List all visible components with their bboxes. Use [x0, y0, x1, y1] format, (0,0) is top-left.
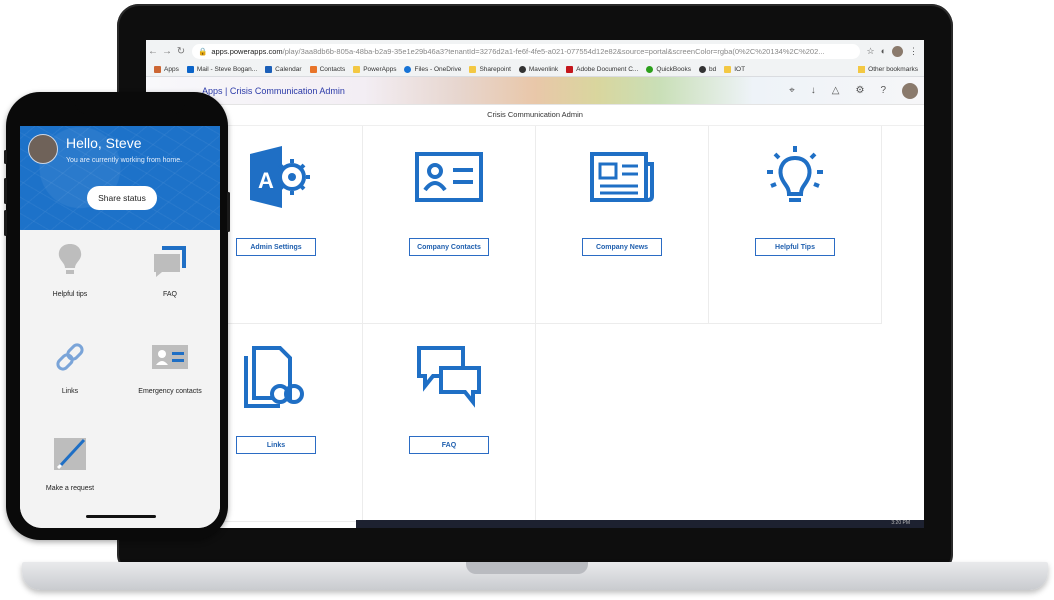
- pencil-icon: [54, 438, 86, 470]
- admin-settings-icon: A: [250, 146, 310, 208]
- reload-icon[interactable]: ↻: [174, 46, 188, 57]
- tile-faq: FAQ: [363, 324, 536, 522]
- bookmarks-bar: Apps Mail - Steve Bogan... Calendar Cont…: [146, 62, 924, 77]
- contact-card-icon: [415, 152, 483, 202]
- lightbulb-icon: [767, 146, 823, 202]
- page-title: Crisis Communication Admin: [146, 105, 924, 126]
- windows-taskbar: 3:20 PM: [356, 520, 924, 528]
- folder-icon: [469, 65, 477, 73]
- bookmark-contacts[interactable]: Contacts: [309, 65, 345, 73]
- menu-item-label: FAQ: [162, 291, 177, 298]
- bookmark-quickbooks[interactable]: QuickBooks: [646, 65, 691, 73]
- status-text: You are currently working from home.: [66, 157, 183, 164]
- calendar-icon: [265, 65, 273, 73]
- quickbooks-icon: [646, 65, 654, 73]
- chat-icon: [154, 246, 186, 277]
- back-arrow-icon[interactable]: ←: [146, 46, 160, 57]
- svg-text:A: A: [258, 168, 274, 193]
- phone-mute-button: [4, 150, 7, 164]
- tray-clock: 3:20 PM: [891, 520, 910, 526]
- bookmark-calendar[interactable]: Calendar: [265, 65, 302, 73]
- avatar[interactable]: [28, 134, 58, 164]
- app-title: Apps | Crisis Communication Admin: [202, 85, 345, 96]
- faq-button[interactable]: FAQ: [409, 436, 489, 454]
- contacts-icon: [309, 65, 317, 73]
- other-bookmarks[interactable]: Other bookmarks: [858, 65, 918, 73]
- links-document-icon: [244, 346, 304, 408]
- bookmark-bd[interactable]: bd: [699, 65, 716, 73]
- greeting: Hello, Steve: [66, 135, 142, 151]
- laptop-screen: ← → ↻ 🔒 apps.powerapps.com /play/3aa8db6…: [146, 40, 924, 528]
- apps-grid-icon: [154, 65, 161, 73]
- globe-icon: [518, 65, 526, 73]
- bookmark-star-icon[interactable]: ☆: [866, 46, 874, 57]
- phone-volume-up-button: [4, 178, 7, 204]
- tile-company-contacts: Company Contacts: [363, 126, 536, 324]
- contact-card-icon: [152, 345, 188, 369]
- menu-item-helpful-tips[interactable]: Helpful tips: [20, 230, 120, 327]
- tile-helpful-tips: Helpful Tips: [709, 126, 882, 324]
- extension-icon[interactable]: ◐: [881, 46, 886, 56]
- bookmark-adobe[interactable]: Adobe Document C...: [566, 65, 638, 73]
- newspaper-icon: [590, 152, 654, 202]
- chat-bubbles-icon: [417, 346, 481, 408]
- outlook-icon: [186, 65, 194, 73]
- link-icon: [56, 343, 84, 371]
- bookmark-sharepoint[interactable]: Sharepoint: [469, 65, 511, 73]
- app-header: Apps | Crisis Communication Admin ⌖ ↓ △ …: [146, 77, 924, 105]
- onedrive-cloud-icon: [404, 65, 412, 73]
- user-avatar[interactable]: [902, 82, 918, 99]
- links-button[interactable]: Links: [236, 436, 316, 454]
- url-host: apps.powerapps.com: [211, 46, 283, 56]
- phone-screen: Hello, Steve You are currently working f…: [20, 126, 220, 528]
- bookmark-mail[interactable]: Mail - Steve Bogan...: [186, 65, 257, 73]
- forward-arrow-icon[interactable]: →: [160, 46, 174, 57]
- menu-item-emergency-contacts[interactable]: Emergency contacts: [120, 327, 220, 424]
- phone-hero: Hello, Steve You are currently working f…: [20, 126, 220, 230]
- home-indicator[interactable]: [86, 515, 156, 518]
- phone-volume-down-button: [4, 210, 7, 236]
- fullscreen-icon[interactable]: ⌖: [789, 85, 795, 96]
- menu-item-label: Helpful tips: [52, 291, 88, 298]
- phone-notch: [75, 92, 185, 114]
- menu-item-faq[interactable]: FAQ: [120, 230, 220, 327]
- download-icon[interactable]: ↓: [811, 85, 816, 96]
- globe-icon: [699, 65, 706, 73]
- menu-item-label: Links: [61, 388, 79, 395]
- helpful-tips-button[interactable]: Helpful Tips: [755, 238, 835, 256]
- bell-icon[interactable]: △: [832, 85, 840, 96]
- url-path: /play/3aa8db6b-805a-48ba-b2a9-35e1e29b46…: [282, 46, 825, 56]
- profile-avatar[interactable]: [892, 45, 903, 57]
- address-bar[interactable]: 🔒 apps.powerapps.com /play/3aa8db6b-805a…: [192, 43, 861, 59]
- menu-item-make-request[interactable]: Make a request: [20, 424, 120, 521]
- bookmark-powerapps[interactable]: PowerApps: [353, 65, 396, 73]
- phone-menu-grid: Helpful tips FAQ Links Emergency contact…: [20, 230, 220, 528]
- menu-item-label: Make a request: [45, 485, 95, 492]
- gear-icon[interactable]: ⚙: [855, 85, 864, 96]
- bookmark-onedrive[interactable]: Files - OneDrive: [404, 65, 461, 73]
- menu-item-links[interactable]: Links: [20, 327, 120, 424]
- bookmark-apps[interactable]: Apps: [154, 65, 179, 73]
- bookmark-mavenlink[interactable]: Mavenlink: [518, 65, 558, 73]
- folder-icon: [724, 65, 732, 73]
- menu-dots-icon[interactable]: ⋮: [909, 46, 918, 57]
- lightbulb-icon: [58, 244, 82, 274]
- admin-settings-button[interactable]: Admin Settings: [236, 238, 316, 256]
- menu-item-label: Emergency contacts: [138, 388, 202, 395]
- share-status-button[interactable]: Share status: [87, 186, 157, 210]
- company-news-button[interactable]: Company News: [582, 238, 662, 256]
- tile-company-news: Company News: [536, 126, 709, 324]
- phone-frame: Hello, Steve You are currently working f…: [4, 92, 230, 540]
- laptop-notch: [466, 562, 588, 574]
- folder-icon: [858, 65, 866, 73]
- help-icon[interactable]: ?: [880, 85, 886, 96]
- lock-icon: 🔒: [198, 46, 208, 56]
- bookmark-iot[interactable]: IOT: [724, 65, 745, 73]
- folder-icon: [353, 65, 361, 73]
- company-contacts-button[interactable]: Company Contacts: [409, 238, 489, 256]
- adobe-icon: [566, 65, 574, 73]
- phone-power-button: [227, 192, 230, 232]
- browser-toolbar: ← → ↻ 🔒 apps.powerapps.com /play/3aa8db6…: [146, 40, 924, 62]
